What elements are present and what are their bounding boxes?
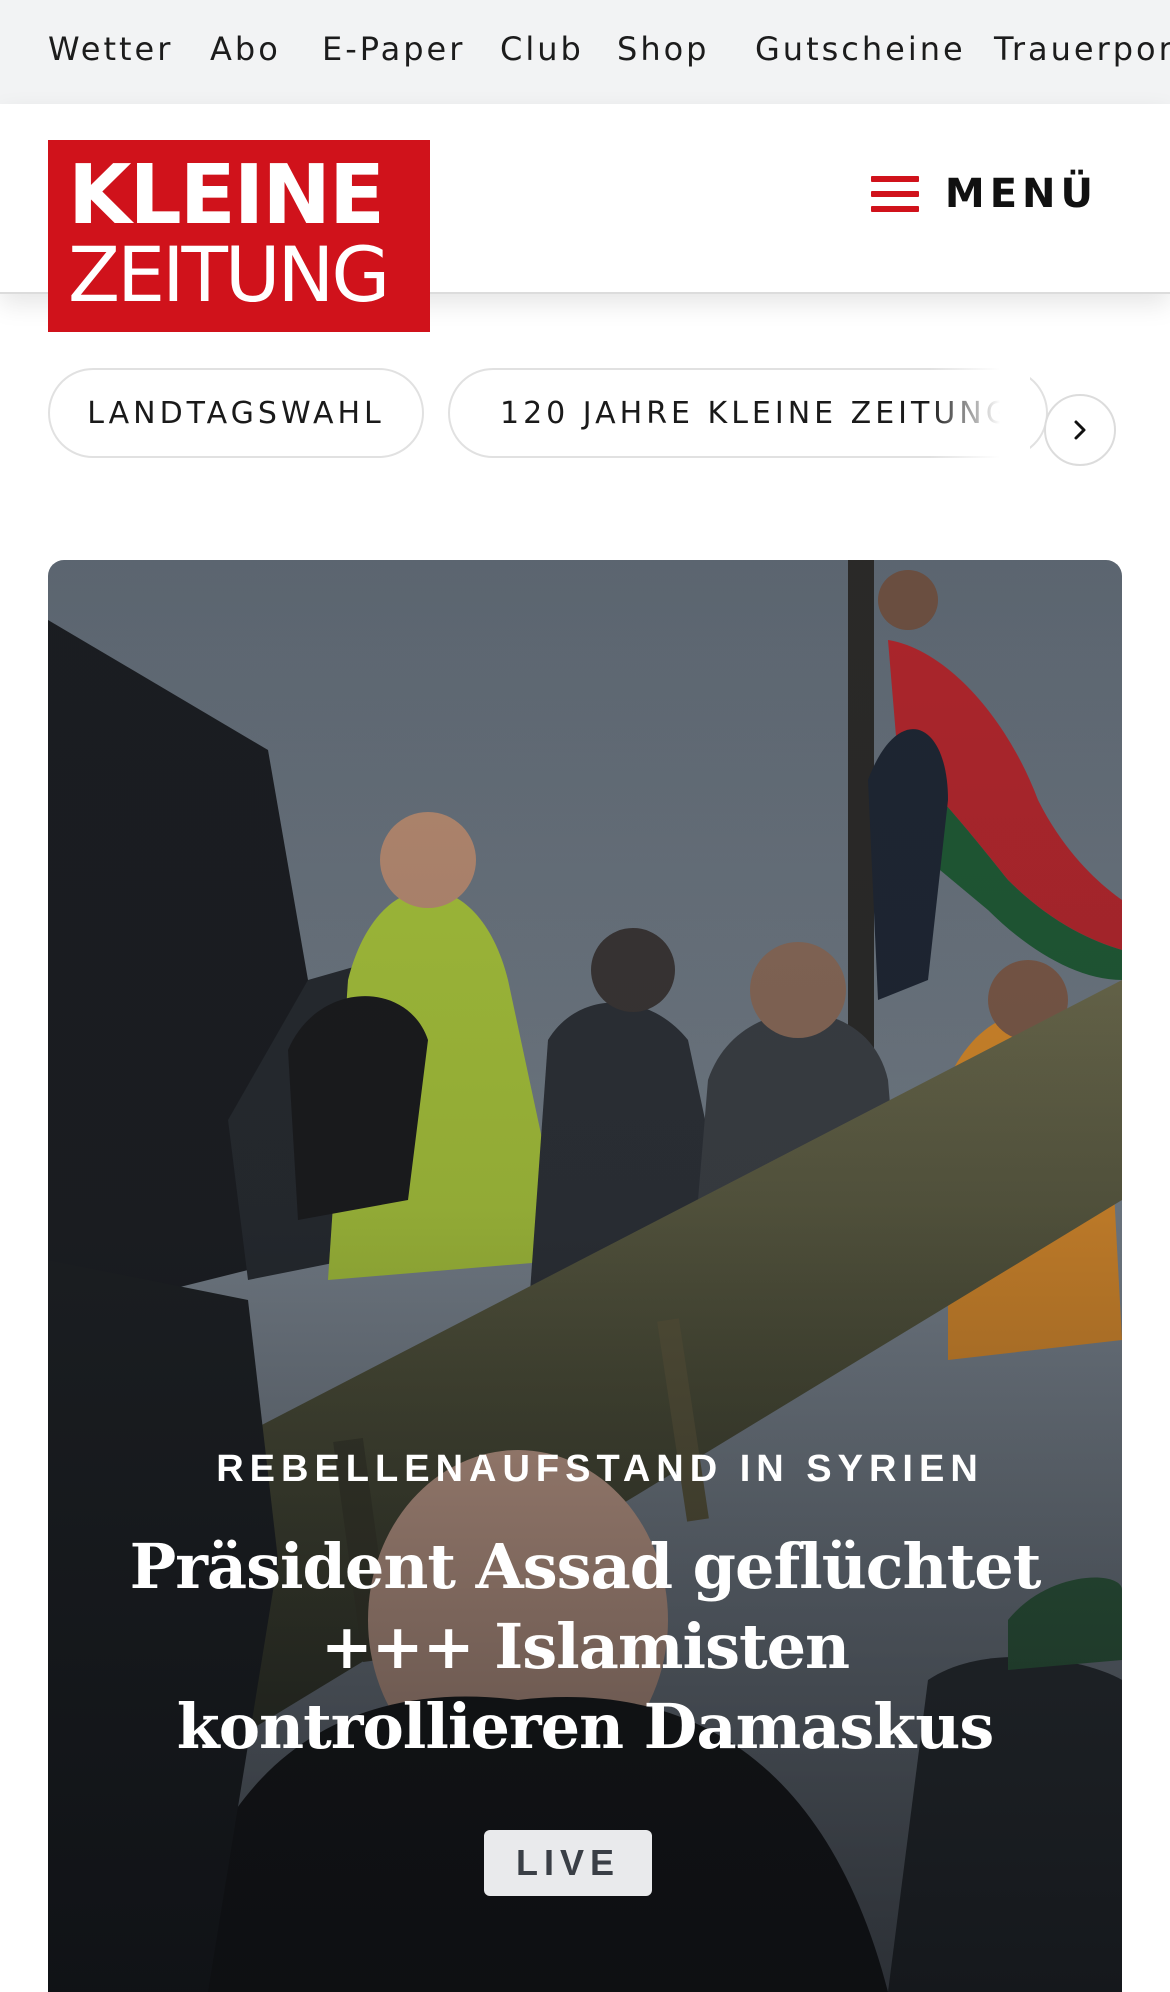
logo-text-line1: KLEINE [68, 148, 385, 243]
utility-link-abo[interactable]: Abo [210, 30, 281, 68]
utility-link-gutscheine[interactable]: Gutscheine [755, 30, 966, 68]
utility-nav: Wetter Abo E-Paper Club Shop Gutscheine … [0, 0, 1170, 104]
menu-label: MENÜ [944, 171, 1098, 217]
utility-link-wetter[interactable]: Wetter [48, 30, 173, 68]
logo-text-line2: ZEITUNG [68, 230, 390, 319]
chevron-right-icon [1074, 420, 1086, 440]
menu-button[interactable]: MENÜ [870, 166, 1098, 222]
hero-kicker: REBELLENAUFSTAND IN SYRIEN [216, 1448, 984, 1490]
hero-dark-overlay [48, 560, 1122, 1992]
hamburger-icon [870, 176, 919, 212]
hero-text-block: REBELLENAUFSTAND IN SYRIEN Präsident Ass… [108, 1448, 1062, 1767]
utility-link-trauerportal[interactable]: Trauerportal [994, 30, 1170, 68]
chips-fade-overlay [930, 368, 1030, 488]
chip-landtagswahl[interactable]: LANDTAGSWAHL [48, 368, 424, 458]
hero-teaser[interactable]: REBELLENAUFSTAND IN SYRIEN Präsident Ass… [48, 560, 1122, 1992]
site-logo[interactable]: KLEINE ZEITUNG [48, 140, 430, 332]
live-badge: LIVE [484, 1830, 652, 1896]
utility-link-epaper[interactable]: E-Paper [322, 30, 465, 68]
topic-chips: LANDTAGSWAHL 120 JAHRE KLEINE ZEITUNG [0, 368, 1170, 488]
site-header: KLEINE ZEITUNG MENÜ [0, 104, 1170, 332]
utility-link-shop[interactable]: Shop [617, 30, 709, 68]
utility-link-club[interactable]: Club [500, 30, 584, 68]
chips-next-button[interactable] [1044, 394, 1116, 466]
hero-headline[interactable]: Präsident Assad geflüchtet +++ Islamiste… [108, 1527, 1062, 1767]
